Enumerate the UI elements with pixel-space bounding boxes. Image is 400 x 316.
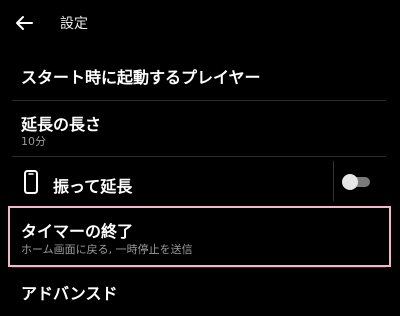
setting-title: 振って延長 [53,177,133,196]
phone-icon [22,170,40,194]
setting-shake-to-extend[interactable]: 振って延長 [0,157,400,205]
setting-startup-player[interactable]: スタート時に起動するプレイヤー [0,46,400,100]
setting-title: アドバンスド [21,284,118,303]
setting-subtitle: 10分 [21,135,46,148]
page-title: 設定 [60,16,88,32]
setting-title: タイマーの終了 [21,222,134,241]
setting-title: 延長の長さ [21,115,102,134]
setting-timer-end[interactable]: タイマーの終了 ホーム画面に戻る, 一時停止を送信 [0,206,400,267]
arrow-left-icon[interactable] [12,11,36,35]
setting-advanced[interactable]: アドバンスド [0,268,400,316]
setting-extension-length[interactable]: 延長の長さ 10分 [0,101,400,156]
setting-title: スタート時に起動するプレイヤー [21,68,261,87]
vertical-divider [333,161,334,201]
shake-toggle-switch[interactable] [342,174,372,190]
top-bar: 設定 [0,0,400,46]
toggle-thumb [342,174,358,190]
setting-subtitle: ホーム画面に戻る, 一時停止を送信 [21,243,193,256]
